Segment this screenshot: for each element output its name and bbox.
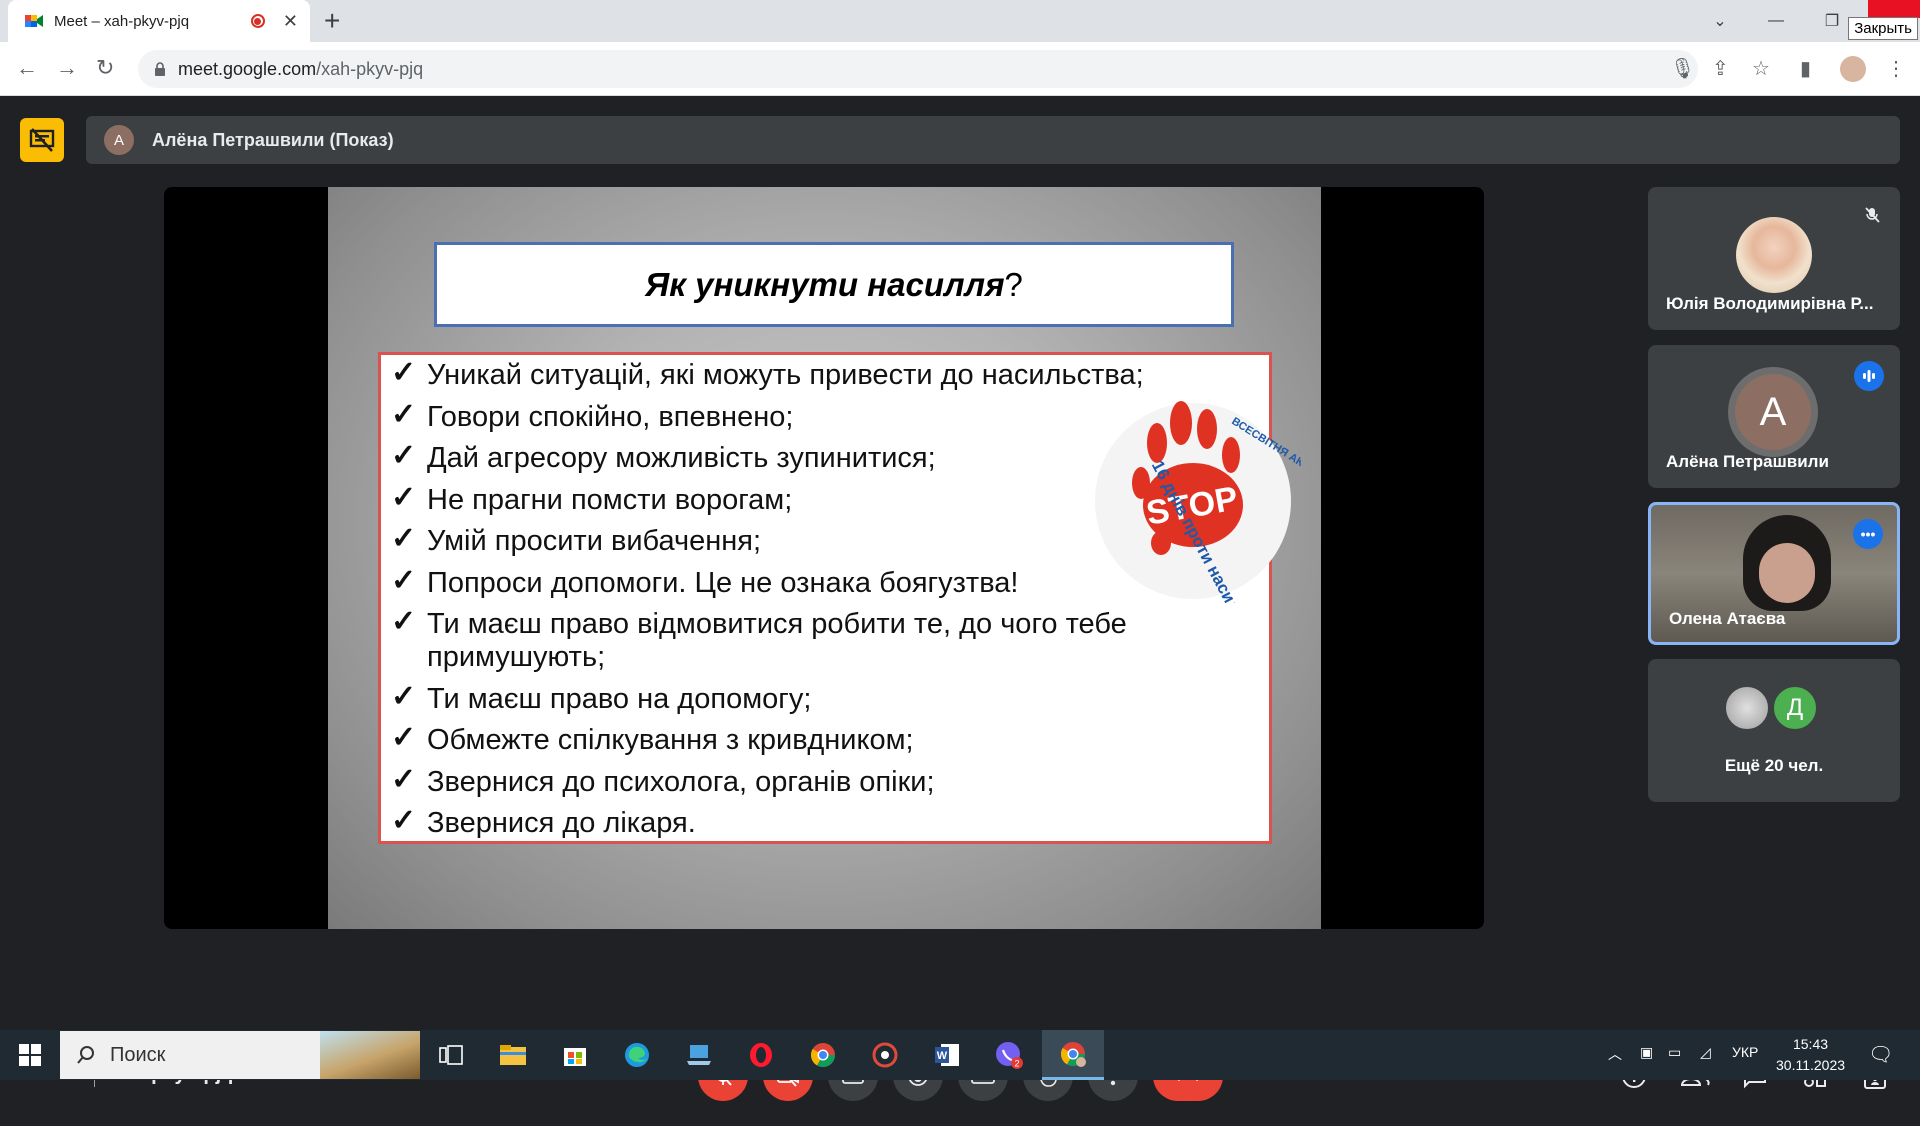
participant-tile[interactable]: Юлія Володимирівна Р... <box>1648 187 1900 330</box>
chrome-browser-icon[interactable] <box>808 1040 838 1070</box>
slide-list-item: Обмежте спілкування з кривдником; <box>391 721 1269 757</box>
slide-list-box: Уникай ситуацій, які можуть привести до … <box>378 352 1301 844</box>
slide-title: Як уникнути насилля? <box>434 242 1234 327</box>
edge-browser-icon[interactable] <box>622 1040 652 1070</box>
slide-title-bold: Як уникнути насилля <box>645 265 1005 303</box>
profile-avatar[interactable] <box>1840 56 1866 82</box>
search-placeholder: Поиск <box>110 1043 166 1066</box>
slide-title-tail: ? <box>1004 265 1023 303</box>
laptop-app-icon[interactable] <box>684 1040 714 1070</box>
keyboard-language[interactable]: УКР <box>1732 1044 1758 1060</box>
url-host: meet.google.com <box>178 58 317 79</box>
browser-menu-icon[interactable]: ⋮ <box>1886 56 1906 81</box>
viber-badge-count: 2 <box>1014 1059 1019 1069</box>
google-meet-favicon-icon <box>25 15 43 27</box>
participant-avatar <box>1724 685 1770 731</box>
active-chrome-taskbar-button[interactable] <box>1042 1030 1104 1080</box>
notifications-icon[interactable]: 🗨︎ <box>1868 1042 1893 1067</box>
close-tooltip: Закрыть <box>1848 17 1918 40</box>
tab-title: Meet – xah-pkyv-pjq <box>54 12 190 30</box>
lock-icon <box>155 62 165 76</box>
stop-presenting-button[interactable] <box>20 118 64 162</box>
new-tab-button[interactable]: + <box>324 7 340 35</box>
share-icon[interactable]: ⇪ <box>1712 56 1729 81</box>
search-icon <box>77 1046 94 1064</box>
participant-tile-active[interactable]: ••• Олена Атаєва <box>1648 502 1900 645</box>
presenter-banner: А Алёна Петрашвили (Показ) <box>86 116 1900 164</box>
more-participants-label: Ещё 20 чел. <box>1724 756 1824 775</box>
participant-name: Олена Атаєва <box>1669 609 1786 628</box>
participant-name: Алёна Петрашвили <box>1666 452 1829 471</box>
window-close-button[interactable] <box>1868 0 1920 18</box>
windows-start-icon[interactable] <box>15 1040 45 1070</box>
forward-arrow-icon[interactable]: → <box>56 55 78 81</box>
slide-list-item: Ти маєш право на допомогу; <box>391 680 1269 716</box>
mic-off-icon <box>1858 201 1886 229</box>
shared-slide: Як уникнути насилля? Уникай ситуацій, як… <box>328 187 1321 929</box>
tray-chevron-icon[interactable]: ︿ <box>1608 1044 1622 1064</box>
participant-avatar: А <box>1735 374 1811 450</box>
taskbar-clock[interactable]: 15:43 30.11.2023 <box>1776 1034 1845 1076</box>
participant-avatar <box>1736 217 1812 293</box>
url-path: /xah-pkyv-pjq <box>316 58 424 79</box>
battery-icon[interactable]: ▭ <box>1668 1044 1681 1061</box>
speaking-indicator-icon <box>1854 361 1884 391</box>
task-view-icon[interactable] <box>436 1040 466 1070</box>
reload-icon[interactable]: ↻ <box>96 55 114 81</box>
more-participants-tile[interactable]: Д Ещё 20 чел. <box>1648 659 1900 802</box>
windows-taskbar: Поиск W 2 ︿ ▣ ▭ ◿ УКР 15:43 30.11.2023 🗨… <box>0 1030 1920 1080</box>
taskbar-date: 30.11.2023 <box>1776 1057 1846 1073</box>
microsoft-store-icon[interactable] <box>560 1040 590 1070</box>
taskbar-search-box[interactable]: Поиск <box>60 1031 420 1079</box>
slide-list-item: Звернися до лікаря. <box>391 804 1269 840</box>
opera-browser-icon[interactable] <box>746 1040 776 1070</box>
side-panel-icon[interactable]: ▮ <box>1800 56 1811 81</box>
url-text: meet.google.com/xah-pkyv-pjq <box>178 59 423 80</box>
address-bar-row: ← → ↻ meet.google.com/xah-pkyv-pjq 🎙︎ ⇪ … <box>0 42 1920 96</box>
svg-text:W: W <box>937 1050 948 1062</box>
back-arrow-icon[interactable]: ← <box>16 55 38 81</box>
slide-list-item: Звернися до психолога, органів опіки; <box>391 763 1269 799</box>
participant-tile[interactable]: А Алёна Петрашвили <box>1648 345 1900 488</box>
participant-video-face <box>1759 543 1815 603</box>
file-explorer-icon[interactable] <box>498 1040 528 1070</box>
tab-search-chevron-icon[interactable]: ⌄ <box>1692 0 1748 42</box>
presenter-label: Алёна Петрашвили (Показ) <box>152 129 394 150</box>
slide-list-item: Ти маєш право відмовитися робити те, до … <box>391 605 1269 674</box>
omnibox[interactable]: meet.google.com/xah-pkyv-pjq <box>138 50 1698 88</box>
participant-name: Юлія Володимирівна Р... <box>1666 294 1874 313</box>
presentation-stage: Як уникнути насилля? Уникай ситуацій, як… <box>164 187 1484 929</box>
presenter-avatar: А <box>104 125 134 155</box>
microphone-icon[interactable]: 🎙︎ <box>1670 56 1695 81</box>
stop-violence-stamp-icon: STOP ВСЕСВІТНЯ АКЦІЯ 16 днів проти насил… <box>1095 401 1301 603</box>
presentation-off-icon <box>29 128 55 152</box>
meet-window: А Алёна Петрашвили (Показ) Як уникнути н… <box>0 96 1920 1101</box>
chrome-profile-icon <box>1060 1042 1086 1067</box>
wifi-icon[interactable]: ◿ <box>1700 1044 1711 1061</box>
participant-avatar: Д <box>1772 685 1818 731</box>
tab-close-icon[interactable]: ✕ <box>283 11 298 32</box>
word-app-icon[interactable]: W <box>932 1040 962 1070</box>
meet-presenting-tray-icon[interactable]: ▣ <box>1640 1044 1653 1061</box>
more-options-icon[interactable]: ••• <box>1853 519 1883 549</box>
bookmark-star-icon[interactable]: ☆ <box>1752 56 1770 81</box>
slide-list-item: Уникай ситуацій, які можуть привести до … <box>391 356 1269 392</box>
taskbar-time: 15:43 <box>1792 1036 1829 1052</box>
minimize-button[interactable]: — <box>1748 0 1804 42</box>
media-app-icon[interactable] <box>870 1040 900 1070</box>
viber-app-icon[interactable]: 2 <box>994 1040 1024 1070</box>
browser-tab-bar: Meet – xah-pkyv-pjq ✕ + ⌄ — ❐ Закрыть <box>0 0 1920 42</box>
browser-tab-meet[interactable]: Meet – xah-pkyv-pjq ✕ <box>8 0 310 42</box>
search-highlight-image <box>320 1031 420 1079</box>
recording-indicator-icon <box>250 14 265 28</box>
